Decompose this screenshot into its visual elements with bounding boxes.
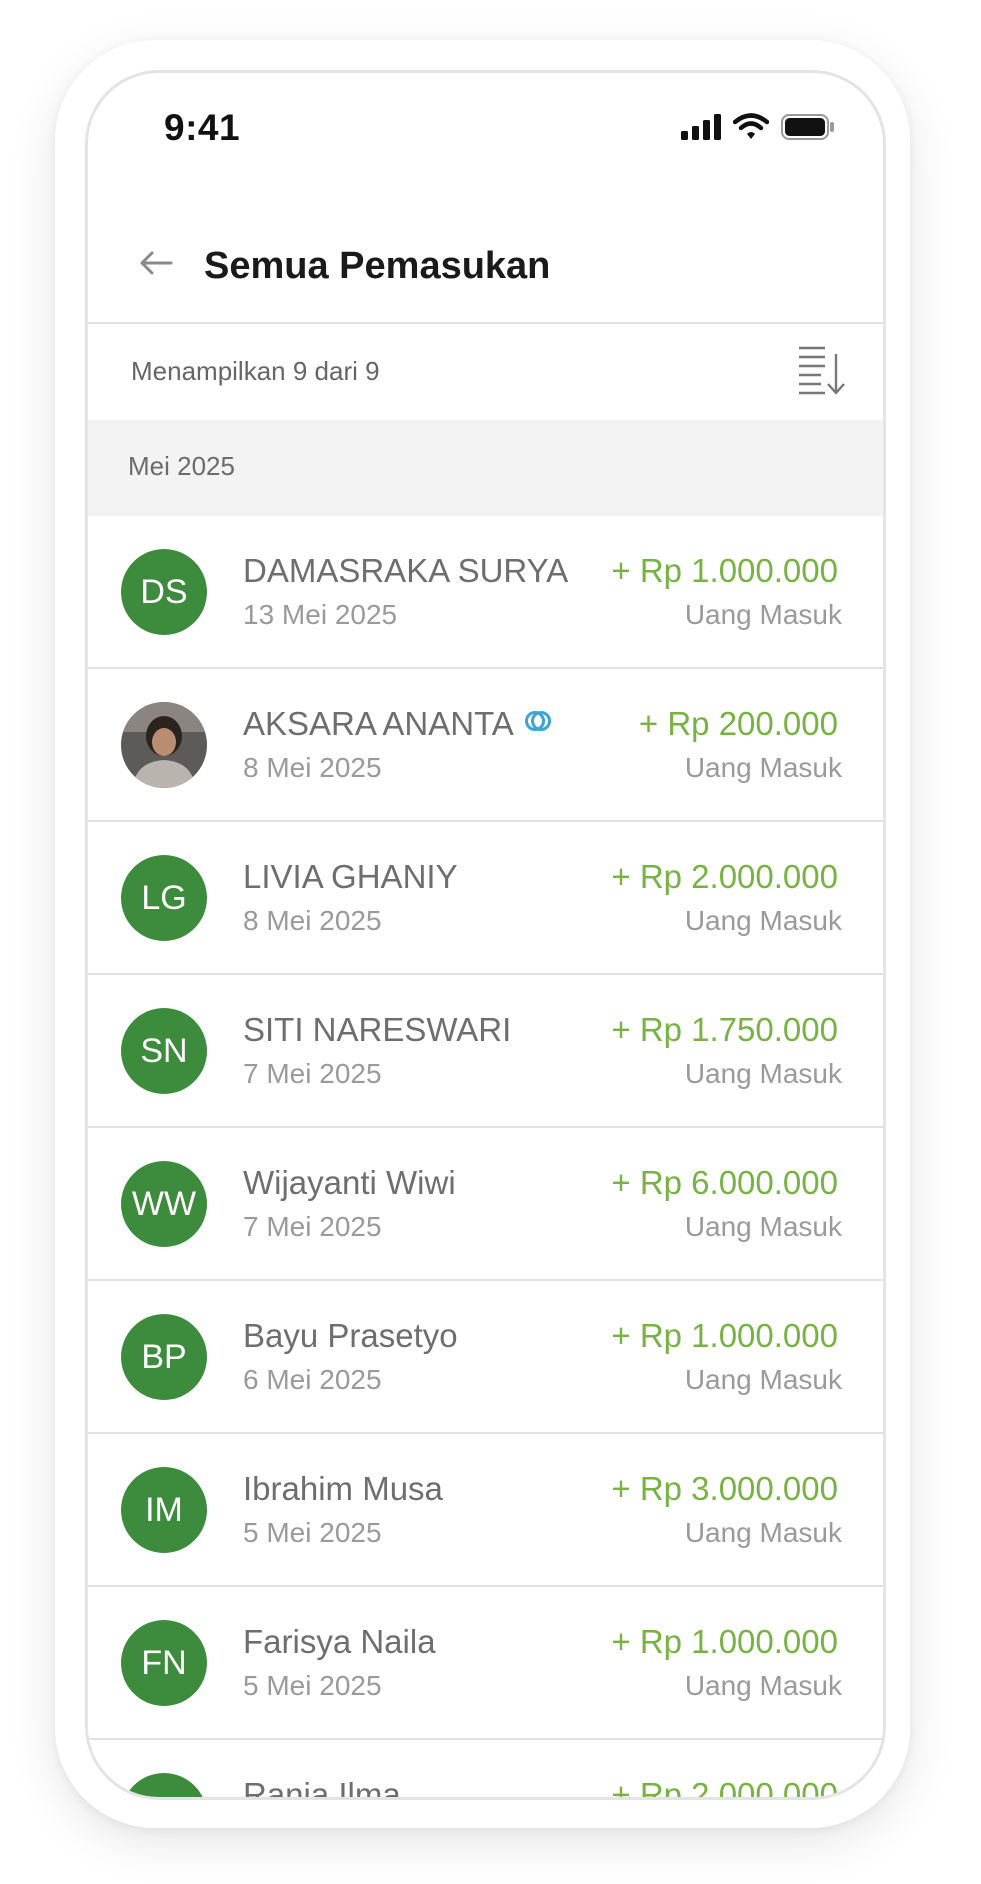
transaction-type: Uang Masuk [684, 1517, 842, 1548]
sender-name-text: LIVIA GHANIY [243, 858, 458, 895]
wifi-icon [732, 113, 770, 145]
transaction-amount: + Rp 2.000.000 [611, 1776, 838, 1800]
avatar-photo [121, 702, 207, 788]
transaction-amount: + Rp 2.000.000 [611, 858, 838, 895]
sender-name-text: Bayu Prasetyo [243, 1317, 458, 1354]
sender-name: Wijayanti Wiwi [243, 1164, 456, 1202]
status-bar: 9:41 [88, 73, 883, 193]
battery-icon [781, 113, 835, 145]
status-time: 9:41 [164, 107, 241, 148]
sender-name-text: AKSARA ANANTA [243, 705, 514, 742]
month-section-header: Mei 2025 [88, 420, 883, 516]
sender-name: Farisya Naila [243, 1623, 436, 1661]
sender-name: SITI NARESWARI [243, 1011, 511, 1049]
transaction-row[interactable]: Rania Ilma + Rp 2.000.000 [88, 1740, 883, 1800]
transaction-row[interactable]: IM Ibrahim Musa 5 Mei 2025 + Rp 3.000.00… [88, 1434, 883, 1587]
month-label: Mei 2025 [128, 451, 235, 481]
transaction-date: 8 Mei 2025 [243, 752, 382, 783]
transaction-date: 8 Mei 2025 [243, 905, 382, 936]
sender-name-text: Rania Ilma [243, 1776, 401, 1800]
avatar: FN [121, 1620, 207, 1706]
avatar: DS [121, 549, 207, 635]
sender-name: Rania Ilma [243, 1776, 401, 1800]
transaction-type: Uang Masuk [684, 1364, 842, 1395]
transaction-type: Uang Masuk [684, 1211, 842, 1242]
summary-bar: Menampilkan 9 dari 9 [88, 324, 883, 420]
transaction-row[interactable]: FN Farisya Naila 5 Mei 2025 + Rp 1.000.0… [88, 1587, 883, 1740]
verified-badge-icon [524, 705, 552, 743]
sender-name: DAMASRAKA SURYA [243, 552, 568, 590]
sender-name: LIVIA GHANIY [243, 858, 458, 896]
transaction-date: 7 Mei 2025 [243, 1058, 382, 1089]
transaction-type: Uang Masuk [684, 599, 842, 630]
arrow-left-icon [139, 251, 173, 280]
avatar: BP [121, 1314, 207, 1400]
sort-descending-icon [795, 346, 847, 400]
avatar: IM [121, 1467, 207, 1553]
transaction-amount: + Rp 1.000.000 [611, 1317, 838, 1354]
transaction-amount: + Rp 1.750.000 [611, 1011, 838, 1048]
transaction-date: 5 Mei 2025 [243, 1517, 382, 1548]
transaction-type: Uang Masuk [684, 1670, 842, 1701]
transaction-type: Uang Masuk [684, 905, 842, 936]
sender-name-text: Wijayanti Wiwi [243, 1164, 456, 1201]
status-icons [681, 113, 835, 145]
page-title: Semua Pemasukan [204, 245, 551, 287]
transaction-amount: + Rp 1.000.000 [611, 552, 838, 589]
transaction-date: 5 Mei 2025 [243, 1670, 382, 1701]
transaction-date: 13 Mei 2025 [243, 599, 398, 630]
transaction-row[interactable]: AKSARA ANANTA 8 Mei 2025 + Rp 200.000 Ua… [88, 669, 883, 822]
transaction-amount: + Rp 6.000.000 [611, 1164, 838, 1201]
sender-name: Bayu Prasetyo [243, 1317, 458, 1355]
results-count: Menampilkan 9 dari 9 [131, 356, 380, 386]
transaction-type: Uang Masuk [684, 752, 842, 783]
transaction-row[interactable]: WW Wijayanti Wiwi 7 Mei 2025 + Rp 6.000.… [88, 1128, 883, 1281]
avatar [121, 1773, 207, 1797]
transaction-row[interactable]: LG LIVIA GHANIY 8 Mei 2025 + Rp 2.000.00… [88, 822, 883, 975]
transaction-row[interactable]: DS DAMASRAKA SURYA 13 Mei 2025 + Rp 1.00… [88, 516, 883, 669]
app-header: Semua Pemasukan [88, 213, 883, 323]
avatar: SN [121, 1008, 207, 1094]
sender-name-text: Ibrahim Musa [243, 1470, 443, 1507]
transaction-type: Uang Masuk [684, 1058, 842, 1089]
sender-name-text: SITI NARESWARI [243, 1011, 512, 1048]
sender-name-text: Farisya Naila [243, 1623, 436, 1660]
phone-screen: 9:41 Semua Pemasukan Menampilkan 9 dari … [85, 70, 886, 1800]
back-button[interactable] [136, 245, 176, 285]
transaction-amount: + Rp 200.000 [638, 705, 838, 742]
transaction-date: 7 Mei 2025 [243, 1211, 382, 1242]
transaction-list: DS DAMASRAKA SURYA 13 Mei 2025 + Rp 1.00… [88, 516, 883, 1800]
signal-icon [681, 113, 721, 145]
sender-name-text: DAMASRAKA SURYA [243, 552, 569, 589]
transaction-row[interactable]: SN SITI NARESWARI 7 Mei 2025 + Rp 1.750.… [88, 975, 883, 1128]
transaction-amount: + Rp 3.000.000 [611, 1470, 838, 1507]
sender-name: Ibrahim Musa [243, 1470, 443, 1508]
transaction-date: 6 Mei 2025 [243, 1364, 382, 1395]
transaction-amount: + Rp 1.000.000 [611, 1623, 838, 1660]
sort-button[interactable] [795, 344, 847, 396]
avatar: WW [121, 1161, 207, 1247]
transaction-row[interactable]: BP Bayu Prasetyo 6 Mei 2025 + Rp 1.000.0… [88, 1281, 883, 1434]
avatar: LG [121, 855, 207, 941]
sender-name: AKSARA ANANTA [243, 705, 552, 743]
